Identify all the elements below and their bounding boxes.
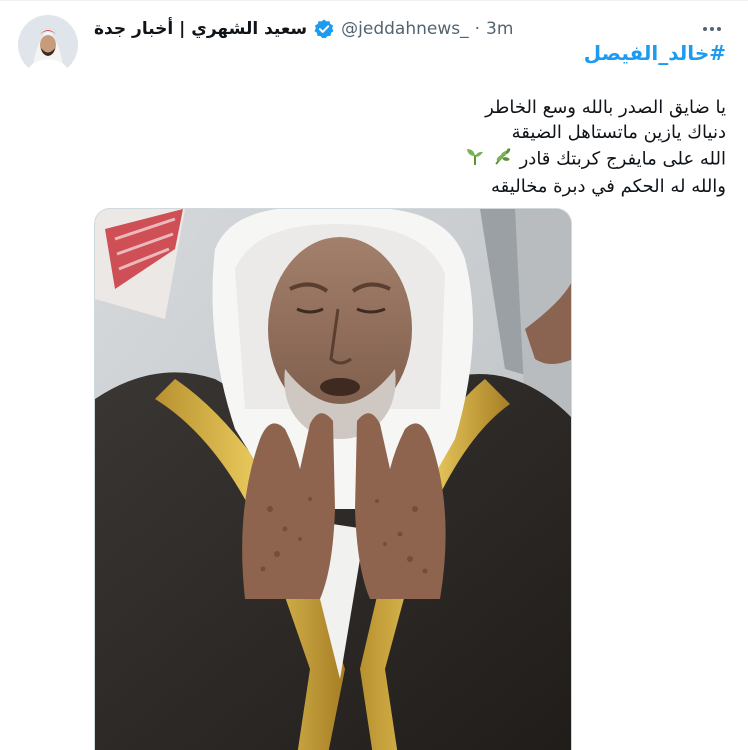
tweet-line-1: يا ضايق الصدر بالله وسع الخاطر (485, 97, 726, 118)
seedling-emoji-icon (464, 145, 486, 174)
photo-praying-elder (95, 209, 571, 750)
avatar-image (18, 15, 78, 75)
tweet-line-3: الله على مايفرج كربتك قادر (86, 145, 726, 174)
tweet-photo[interactable] (94, 208, 572, 750)
more-horizontal-icon (703, 27, 721, 31)
tweet-line-2: دنياك يازين ماتستاهل الضيقة (511, 122, 726, 143)
tweet-card[interactable]: سعيد الشهري | أخبار جدة @jeddahnews_ · 3… (0, 0, 748, 750)
tweet-text: يا ضايق الصدر بالله وسع الخاطر دنياك ياز… (86, 95, 726, 199)
separator-dot: · (474, 19, 480, 39)
tweet-line-4: والله له الحكم في دبرة مخاليقه (491, 176, 726, 197)
more-options-button[interactable] (698, 17, 726, 41)
herb-emoji-icon (492, 145, 514, 174)
author-handle[interactable]: @jeddahnews_ (341, 19, 468, 39)
hashtag-link[interactable]: #خالد_الفيصل (584, 41, 726, 65)
tweet-timestamp[interactable]: 3m (486, 19, 513, 39)
verified-badge-icon (313, 18, 335, 40)
author-display-name[interactable]: سعيد الشهري | أخبار جدة (94, 19, 307, 39)
author-avatar[interactable] (18, 15, 78, 75)
tweet-line-3-text: الله على مايفرج كربتك قادر (519, 148, 726, 170)
tweet-header: سعيد الشهري | أخبار جدة @jeddahnews_ · 3… (94, 15, 688, 43)
